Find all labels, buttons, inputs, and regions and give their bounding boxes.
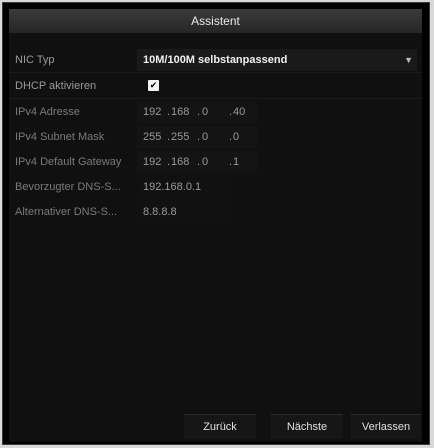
chevron-down-icon: ▼: [404, 55, 413, 65]
dns-preferred-field[interactable]: 192.168.0.1: [137, 176, 227, 198]
ip-octet: 168: [171, 106, 190, 118]
nic-type-value: 10M/100M selbstanpassend: [143, 54, 288, 66]
ip-octet: 0: [233, 131, 240, 143]
ip-dot: .: [167, 106, 171, 118]
nic-type-label: NIC Typ: [15, 54, 55, 66]
ip-dot: .: [229, 106, 233, 118]
dns-alternate-label: Alternativer DNS-S...: [15, 206, 118, 218]
dns-preferred-value: 192.168.0.1: [143, 181, 202, 193]
ip-octet: 192: [143, 156, 162, 168]
divider: [9, 98, 422, 99]
dns-preferred-label: Bevorzugter DNS-S...: [15, 181, 121, 193]
dialog-title: Assistent: [9, 9, 422, 33]
ip-octet: 0: [202, 106, 209, 118]
nic-type-select[interactable]: 10M/100M selbstanpassend ▼: [137, 49, 417, 71]
divider: [9, 72, 422, 73]
network-settings-panel: NIC Typ 10M/100M selbstanpassend ▼ DHCP …: [9, 33, 422, 408]
ip-octet: 40: [233, 106, 246, 118]
dhcp-checkbox[interactable]: ✔: [148, 80, 159, 91]
dialog-footer: Zurück Nächste Verlassen: [9, 408, 422, 442]
ipv4-address-row: IPv4 Adresse 192 . 168 . 0 . 40: [9, 101, 422, 123]
dns-preferred-row: Bevorzugter DNS-S... 192.168.0.1: [9, 176, 422, 198]
ip-octet: 0: [202, 131, 209, 143]
ipv4-address-label: IPv4 Adresse: [15, 106, 80, 118]
ip-dot: .: [229, 156, 233, 168]
ipv4-gateway-field[interactable]: 192 . 168 . 0 . 1: [137, 151, 257, 173]
back-button[interactable]: Zurück: [184, 414, 256, 439]
exit-button[interactable]: Verlassen: [351, 414, 421, 439]
dhcp-row: DHCP aktivieren ✔: [9, 75, 422, 97]
ipv4-subnet-row: IPv4 Subnet Mask 255 . 255 . 0 . 0: [9, 126, 422, 148]
ip-octet: 0: [202, 156, 209, 168]
ipv4-subnet-field[interactable]: 255 . 255 . 0 . 0: [137, 126, 257, 148]
nic-type-row: NIC Typ 10M/100M selbstanpassend ▼: [9, 49, 422, 71]
ip-octet: 1: [233, 156, 240, 168]
ip-dot: .: [197, 131, 201, 143]
ip-octet: 255: [171, 131, 190, 143]
ip-dot: .: [167, 156, 171, 168]
ipv4-address-field[interactable]: 192 . 168 . 0 . 40: [137, 101, 257, 123]
ip-octet: 255: [143, 131, 162, 143]
ip-dot: .: [229, 131, 233, 143]
ipv4-gateway-label: IPv4 Default Gateway: [15, 156, 122, 168]
ip-dot: .: [197, 106, 201, 118]
dns-alternate-field[interactable]: 8.8.8.8: [137, 201, 227, 223]
ip-dot: .: [197, 156, 201, 168]
ip-dot: .: [167, 131, 171, 143]
ipv4-subnet-label: IPv4 Subnet Mask: [15, 131, 105, 143]
dns-alternate-value: 8.8.8.8: [143, 206, 177, 218]
ip-octet: 192: [143, 106, 162, 118]
wizard-dialog: Assistent NIC Typ 10M/100M selbstanpasse…: [2, 2, 430, 445]
ip-octet: 168: [171, 156, 190, 168]
dns-alternate-row: Alternativer DNS-S... 8.8.8.8: [9, 201, 422, 223]
ipv4-gateway-row: IPv4 Default Gateway 192 . 168 . 0 . 1: [9, 151, 422, 173]
next-button[interactable]: Nächste: [271, 414, 343, 439]
dhcp-label: DHCP aktivieren: [15, 80, 97, 92]
